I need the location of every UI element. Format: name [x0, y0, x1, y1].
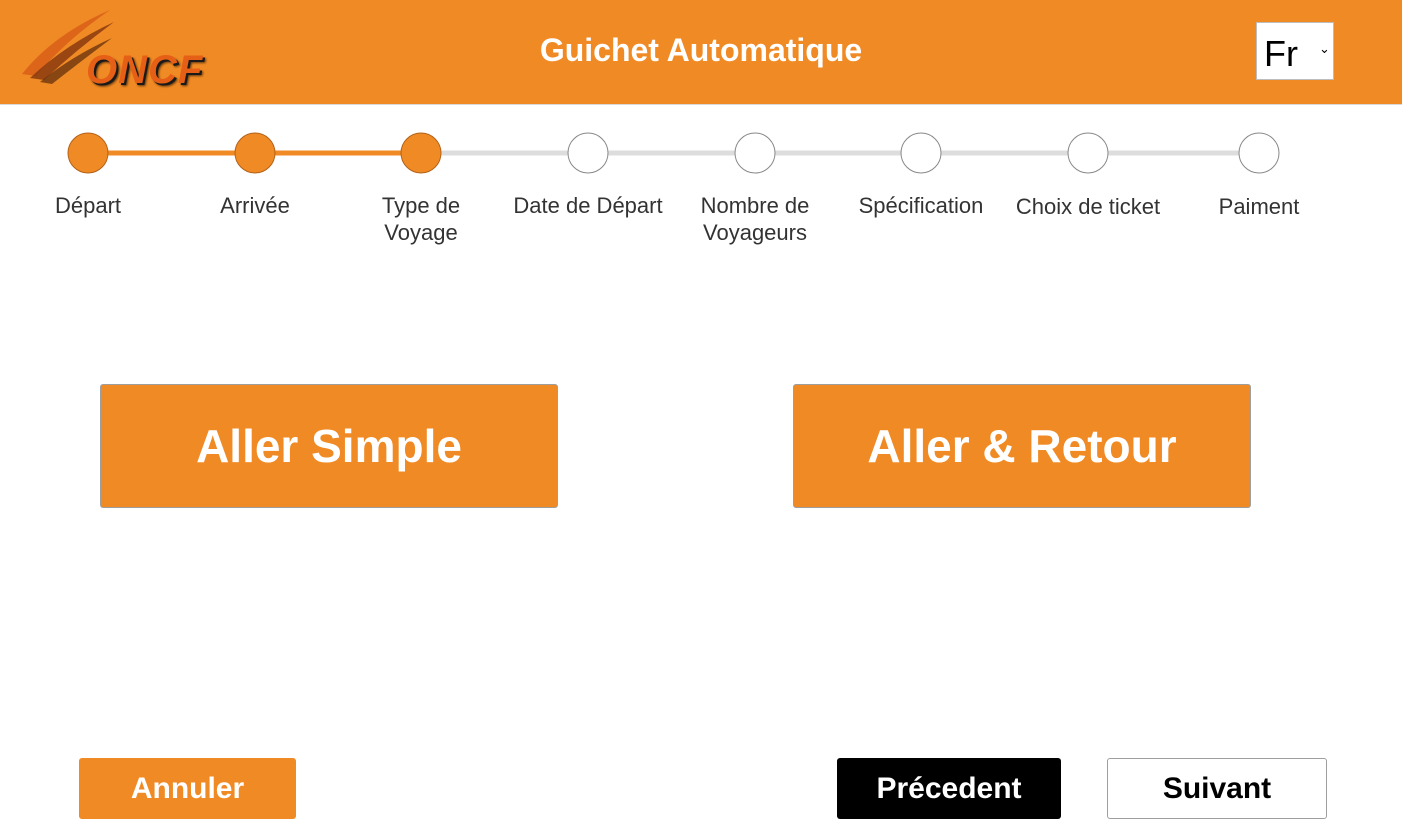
chevron-down-icon: ⌄	[1319, 41, 1330, 56]
step-circle	[400, 132, 442, 174]
step-circle	[567, 132, 609, 174]
cancel-button[interactable]: Annuler	[79, 758, 296, 819]
stepper-track	[67, 132, 1280, 174]
step-label: Arrivée	[220, 193, 290, 218]
language-select[interactable]: Fr ⌄	[1256, 22, 1334, 80]
header-bar: ONCF Guichet Automatique Fr ⌄	[0, 0, 1402, 105]
page-title: Guichet Automatique	[539, 32, 863, 68]
next-button[interactable]: Suivant	[1107, 758, 1327, 819]
step-label: Spécification	[858, 193, 984, 218]
step-label: Nombre de Voyageurs	[700, 193, 810, 245]
step-circle	[234, 132, 276, 174]
progress-stepper: Départ Arrivée Type de Voyage Date de Dépar…	[0, 110, 1402, 260]
step-circle	[67, 132, 109, 174]
step-circle	[1067, 132, 1109, 174]
step-label: Départ	[54, 193, 122, 218]
previous-button[interactable]: Précedent	[837, 758, 1061, 819]
step-circle	[734, 132, 776, 174]
step-label: Date de Départ	[513, 193, 663, 218]
step-label: Paiment	[1218, 194, 1300, 219]
round-trip-button[interactable]: Aller & Retour	[793, 384, 1251, 508]
one-way-button[interactable]: Aller Simple	[100, 384, 558, 508]
step-label: Type de Voyage	[381, 193, 461, 245]
step-circle	[1238, 132, 1280, 174]
step-circle	[900, 132, 942, 174]
step-label: Choix de ticket	[1015, 194, 1161, 219]
language-value: Fr	[1264, 33, 1298, 74]
